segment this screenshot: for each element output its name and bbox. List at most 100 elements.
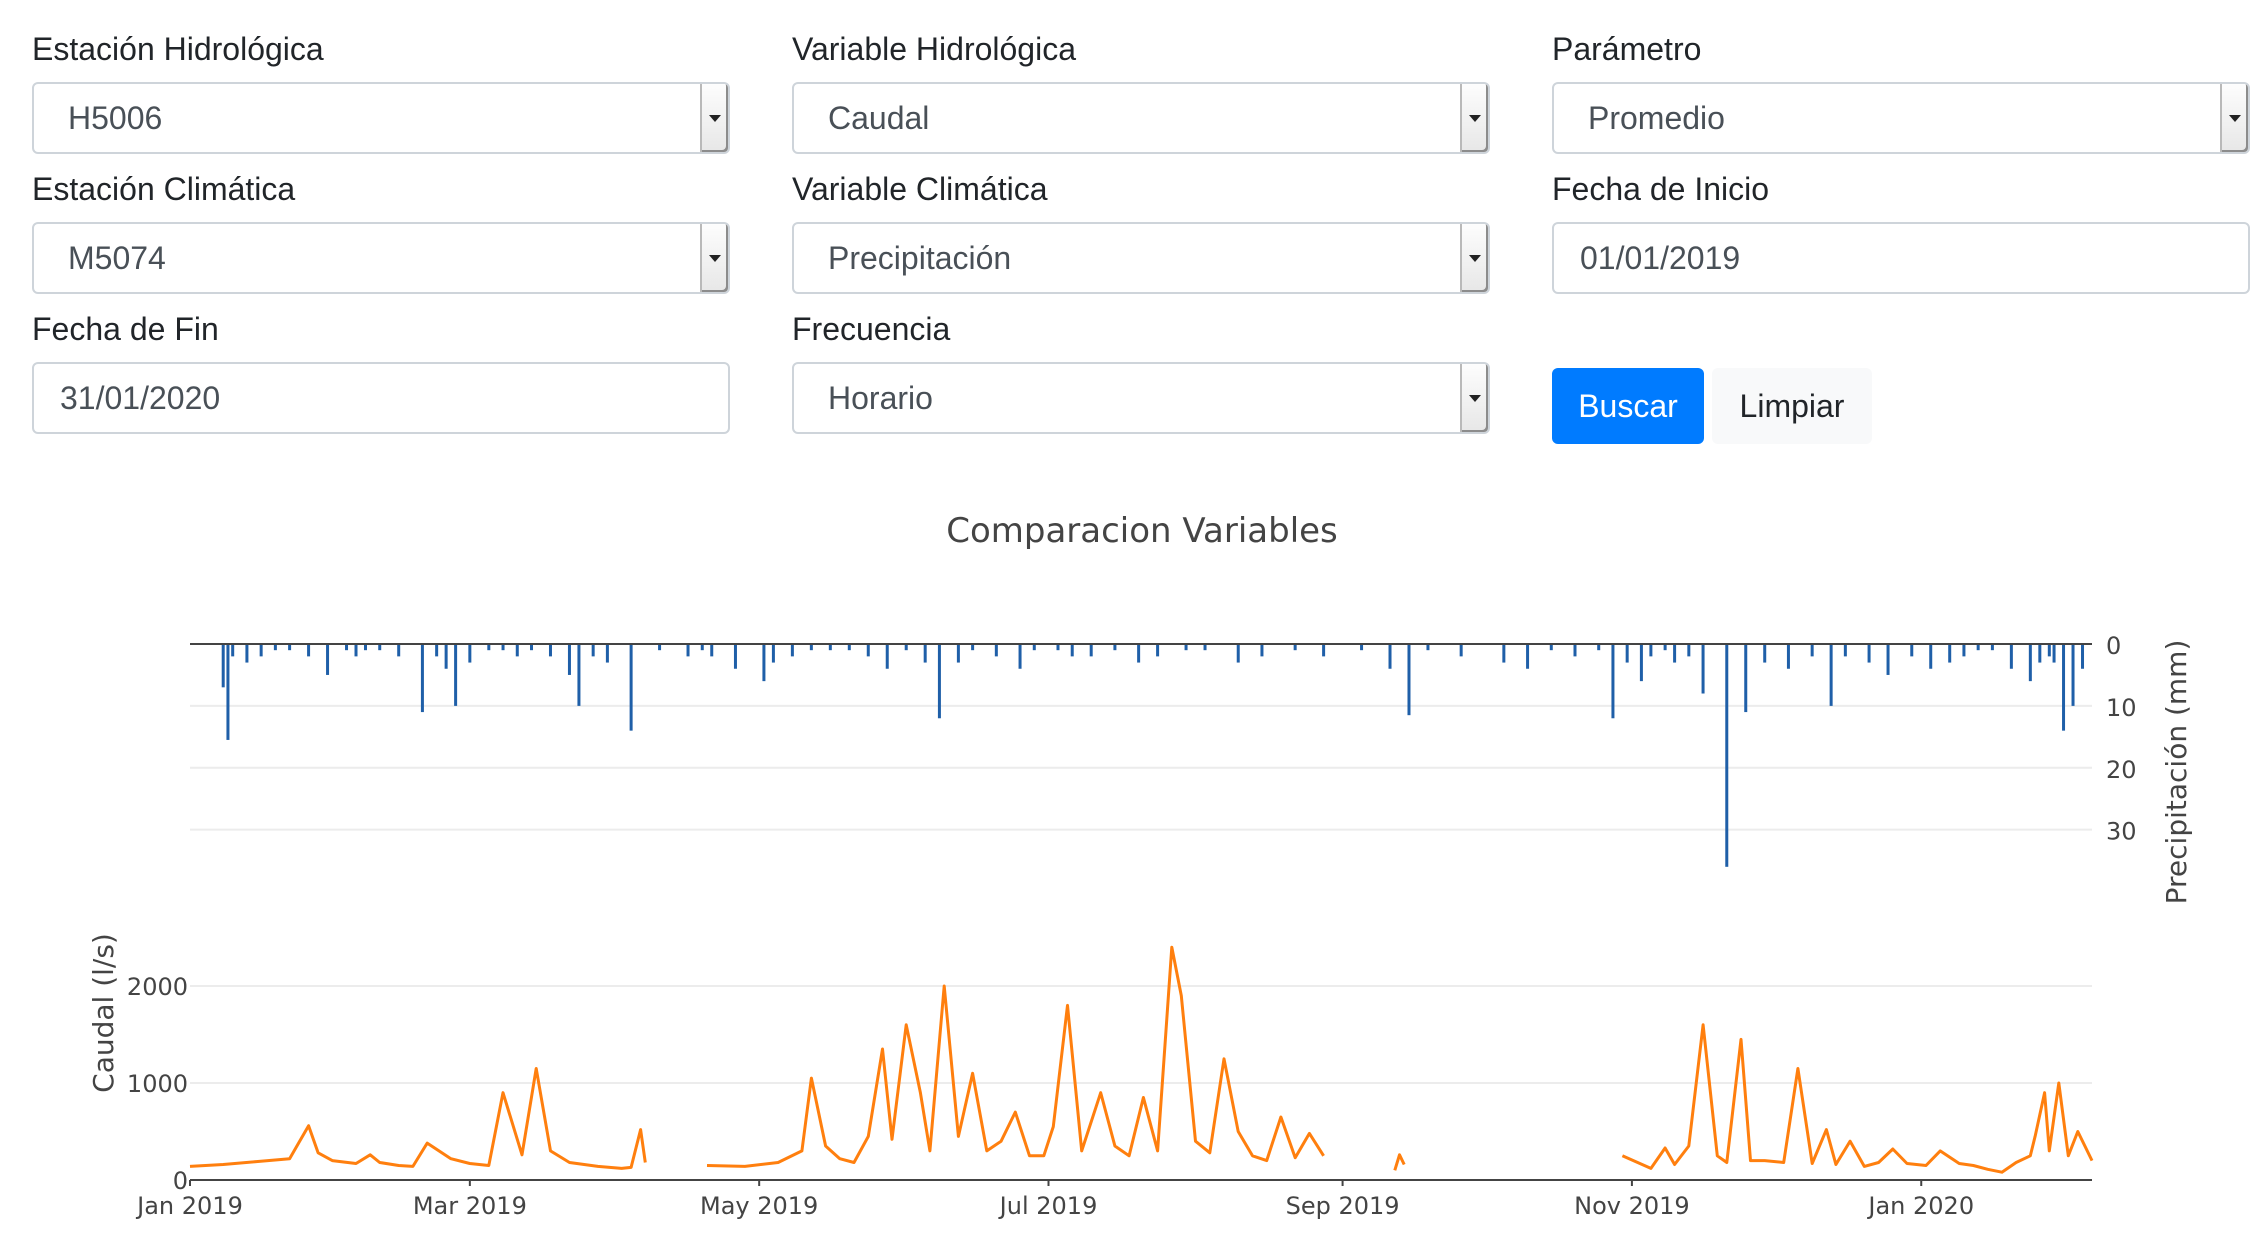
precipitation-bar <box>1639 644 1643 682</box>
precipitation-bar <box>1673 644 1677 663</box>
comparacion-variables-chart: Comparacion Variables 0 10 20 30 Precipitac… <box>87 511 2193 1220</box>
x-axis-ticks: Jan 2019 Mar 2019 May 2019 Jul 2019 Sep 2019… <box>135 1180 1974 1220</box>
chevron-down-icon[interactable] <box>1460 364 1488 432</box>
frecuencia-value: Horario <box>828 380 933 416</box>
estacion-climatica-value: M5074 <box>68 240 166 276</box>
limpiar-button[interactable]: Limpiar <box>1712 368 1872 444</box>
x-tick-label: Jul 2019 <box>998 1192 1098 1220</box>
estacion-hidrologica-group: Estación Hidrológica H5006 <box>32 30 732 154</box>
precipitation-bar <box>1886 644 1890 675</box>
x-tick-label: Nov 2019 <box>1574 1192 1690 1220</box>
chevron-down-icon[interactable] <box>700 224 728 292</box>
parametro-select[interactable]: Promedio <box>1552 82 2250 154</box>
precipitation-bar <box>1573 644 1577 657</box>
parametro-value: Promedio <box>1588 100 1725 136</box>
precipitation-bar <box>1018 644 1022 669</box>
caudal-line <box>706 945 1325 1168</box>
precipitation-bar <box>226 644 230 740</box>
precipitation-bar <box>629 644 633 731</box>
precipitation-bar <box>1910 644 1914 657</box>
estacion-hidrologica-select[interactable]: H5006 <box>32 82 730 154</box>
precipitation-bar <box>435 644 439 657</box>
precipitation-bar <box>2038 644 2042 663</box>
precipitation-bar <box>1260 644 1264 657</box>
x-tick-label: May 2019 <box>700 1192 818 1220</box>
precipitation-bar <box>1701 644 1705 694</box>
chevron-down-icon[interactable] <box>2220 84 2248 152</box>
precipitation-bar <box>2062 644 2066 731</box>
caudal-grid <box>190 985 2092 1084</box>
precipitation-y-ticks: 0 10 20 30 <box>2106 632 2137 846</box>
caudal-tick-label: 1000 <box>127 1070 188 1098</box>
precipitation-bar <box>762 644 766 682</box>
precipitation-bar <box>885 644 889 669</box>
precipitation-bar <box>937 644 941 719</box>
chevron-down-icon[interactable] <box>700 84 728 152</box>
precipitation-bar <box>1786 644 1790 669</box>
precipitation-bar <box>454 644 458 706</box>
estacion-hidrologica-value: H5006 <box>68 100 163 136</box>
precipitation-bar <box>1948 644 1952 663</box>
variable-climatica-select[interactable]: Precipitación <box>792 222 1490 294</box>
chevron-down-icon[interactable] <box>1460 84 1488 152</box>
precipitation-tick-label: 30 <box>2106 818 2137 846</box>
caudal-axis-label: Caudal (l/s) <box>87 933 120 1093</box>
estacion-climatica-group: Estación Climática M5074 <box>32 170 732 294</box>
precipitation-bar <box>1649 644 1653 657</box>
x-tick-label: Mar 2019 <box>413 1192 527 1220</box>
parametro-group: Parámetro Promedio <box>1552 30 2252 154</box>
precipitation-axis-label: Precipitación (mm) <box>2160 640 2193 905</box>
precipitation-bar <box>605 644 609 663</box>
precipitation-bar <box>231 644 235 657</box>
x-tick-label: Sep 2019 <box>1286 1192 1400 1220</box>
buscar-button[interactable]: Buscar <box>1552 368 1704 444</box>
variable-climatica-label: Variable Climática <box>792 171 1048 207</box>
precipitation-bar <box>1322 644 1326 657</box>
fecha-fin-value: 31/01/2020 <box>60 380 221 416</box>
caudal-line <box>1393 1153 1406 1171</box>
precipitation-bar <box>245 644 249 663</box>
precipitation-bar <box>420 644 424 713</box>
precipitation-bars <box>221 644 2085 867</box>
fecha-fin-input[interactable]: 31/01/2020 <box>32 362 730 434</box>
precipitation-bar <box>2047 644 2051 657</box>
precipitation-bar <box>444 644 448 669</box>
fecha-inicio-input[interactable]: 01/01/2019 <box>1552 222 2250 294</box>
estacion-hidrologica-label: Estación Hidrológica <box>32 31 324 67</box>
precipitation-bar <box>2071 644 2075 706</box>
variable-hidrologica-label: Variable Hidrológica <box>792 31 1076 67</box>
precipitation-bar <box>2028 644 2032 682</box>
variable-hidrologica-select[interactable]: Caudal <box>792 82 1490 154</box>
precipitation-bar <box>354 644 358 657</box>
precipitation-bar <box>1526 644 1530 669</box>
precipitation-bar <box>2081 644 2085 669</box>
chart-title: Comparacion Variables <box>946 511 1338 551</box>
precipitation-bar <box>1502 644 1506 663</box>
fecha-inicio-label: Fecha de Inicio <box>1552 171 1770 207</box>
precipitation-bar <box>1236 644 1240 663</box>
frecuencia-group: Frecuencia Horario <box>792 310 1492 434</box>
caudal-line <box>1621 1023 2094 1174</box>
estacion-climatica-select[interactable]: M5074 <box>32 222 730 294</box>
precipitation-bar <box>221 644 225 688</box>
precipitation-bar <box>1829 644 1833 706</box>
frecuencia-select[interactable]: Horario <box>792 362 1490 434</box>
precipitation-bar <box>326 644 330 675</box>
x-tick-label: Jan 2020 <box>1866 1192 1974 1220</box>
precipitation-bar <box>259 644 263 657</box>
precipitation-bar <box>1625 644 1629 663</box>
precipitation-bar <box>1929 644 1933 669</box>
chevron-down-icon[interactable] <box>1460 224 1488 292</box>
precipitation-bar <box>1687 644 1691 657</box>
precipitation-bar <box>733 644 737 669</box>
precipitation-bar <box>1407 644 1411 716</box>
precipitation-bar <box>710 644 714 657</box>
precipitation-bar <box>577 644 581 706</box>
precipitation-bar <box>1089 644 1093 657</box>
precipitation-bar <box>994 644 998 657</box>
fecha-fin-group: Fecha de Fin 31/01/2020 <box>32 310 732 434</box>
precipitation-tick-label: 0 <box>2106 632 2121 660</box>
caudal-lines <box>189 945 2094 1174</box>
precipitation-bar <box>567 644 571 675</box>
parametro-label: Parámetro <box>1552 31 1702 67</box>
